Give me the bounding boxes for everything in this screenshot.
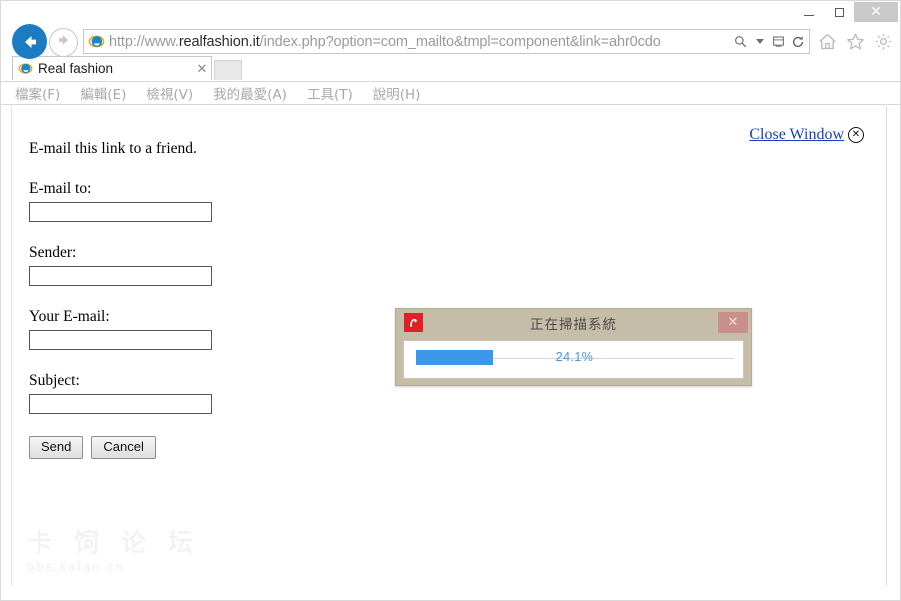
watermark-url: bbs.kafan.cn	[27, 559, 125, 574]
close-window-link[interactable]: Close Window	[749, 126, 844, 144]
avira-logo-icon	[404, 313, 423, 332]
maximize-button[interactable]	[824, 2, 854, 22]
chevron-down-icon[interactable]	[751, 32, 768, 52]
email-friend-form: E-mail this link to a friend. E-mail to:…	[29, 140, 212, 459]
label-sender: Sender:	[29, 244, 77, 261]
label-email-to: E-mail to:	[29, 180, 92, 197]
new-tab-button[interactable]	[214, 60, 242, 80]
back-arrow-icon	[20, 32, 40, 52]
home-icon[interactable]	[816, 30, 838, 52]
screenshot-root: ✕ http://www.realfashion.it/index.php?op…	[0, 0, 901, 601]
send-button[interactable]: Send	[29, 436, 84, 459]
close-icon: ✕	[870, 4, 882, 20]
menu-item-edit[interactable]: 編輯(E)	[80, 83, 126, 103]
close-icon: ✕	[727, 315, 739, 330]
watermark: 卡 饲 论 坛 bbs.kafan.cn	[27, 528, 200, 574]
scan-dialog-body: 24.1%	[403, 340, 744, 379]
form-intro-text: E-mail this link to a friend.	[29, 140, 197, 157]
scan-dialog-title: 正在掃描系統	[530, 317, 617, 333]
menu-item-view[interactable]: 檢視(V)	[146, 83, 193, 103]
address-bar-url: http://www.realfashion.it/index.php?opti…	[109, 32, 732, 52]
browser-window: ✕ http://www.realfashion.it/index.php?op…	[0, 0, 901, 601]
cancel-button[interactable]: Cancel	[91, 436, 156, 459]
url-domain: realfashion.it	[178, 33, 260, 50]
menu-item-tools[interactable]: 工具(T)	[307, 83, 353, 103]
address-bar[interactable]: http://www.realfashion.it/index.php?opti…	[83, 29, 810, 54]
gear-icon[interactable]	[872, 30, 894, 52]
forward-arrow-icon	[56, 32, 72, 53]
label-your-email: Your E-mail:	[29, 308, 110, 325]
ie-favicon	[88, 33, 105, 50]
close-window-button[interactable]: ✕	[854, 2, 898, 22]
menu-item-help[interactable]: 說明(H)	[373, 83, 421, 103]
sender-input[interactable]	[29, 266, 212, 286]
tab-favicon-icon	[18, 61, 33, 76]
form-button-row: Send Cancel	[29, 436, 212, 459]
menu-item-file[interactable]: 檔案(F)	[15, 83, 60, 103]
url-scheme: http://www.	[109, 33, 179, 50]
label-subject: Subject:	[29, 372, 80, 389]
tab-title: Real fashion	[38, 61, 114, 76]
close-window-link-group: Close Window ✕	[749, 126, 864, 144]
tab-real-fashion[interactable]: Real fashion ✕	[12, 56, 212, 80]
menu-item-favorites[interactable]: 我的最愛(A)	[213, 83, 287, 103]
forward-button[interactable]	[49, 28, 78, 57]
star-icon[interactable]	[844, 30, 866, 52]
title-bar: ✕	[1, 1, 900, 22]
scan-dialog-close-button[interactable]: ✕	[718, 312, 748, 333]
watermark-chinese: 卡 饲 论 坛	[27, 528, 200, 558]
your-email-input[interactable]	[29, 330, 212, 350]
avira-scan-dialog: 正在掃描系統 ✕ 24.1%	[395, 308, 752, 386]
compatibility-view-icon[interactable]	[770, 32, 787, 52]
tab-strip: Real fashion ✕	[1, 55, 900, 82]
url-path: /index.php?option=com_mailto&tmpl=compon…	[259, 33, 661, 50]
refresh-icon[interactable]	[789, 32, 806, 52]
browser-toolbar-icons	[816, 30, 894, 52]
tab-close-icon[interactable]: ✕	[193, 61, 211, 77]
subject-input[interactable]	[29, 394, 212, 414]
progress-percent-label: 24.1%	[555, 350, 594, 364]
search-icon[interactable]	[732, 32, 749, 52]
close-circle-icon[interactable]: ✕	[848, 127, 864, 143]
menu-bar: 檔案(F) 編輯(E) 檢視(V) 我的最愛(A) 工具(T) 說明(H)	[1, 82, 900, 105]
minimize-button[interactable]	[794, 2, 824, 22]
email-to-input[interactable]	[29, 202, 212, 222]
window-controls: ✕	[794, 2, 898, 22]
scan-dialog-title-bar: 正在掃描系統 ✕	[396, 309, 751, 337]
address-bar-icons	[732, 32, 809, 52]
back-button[interactable]	[12, 24, 47, 59]
